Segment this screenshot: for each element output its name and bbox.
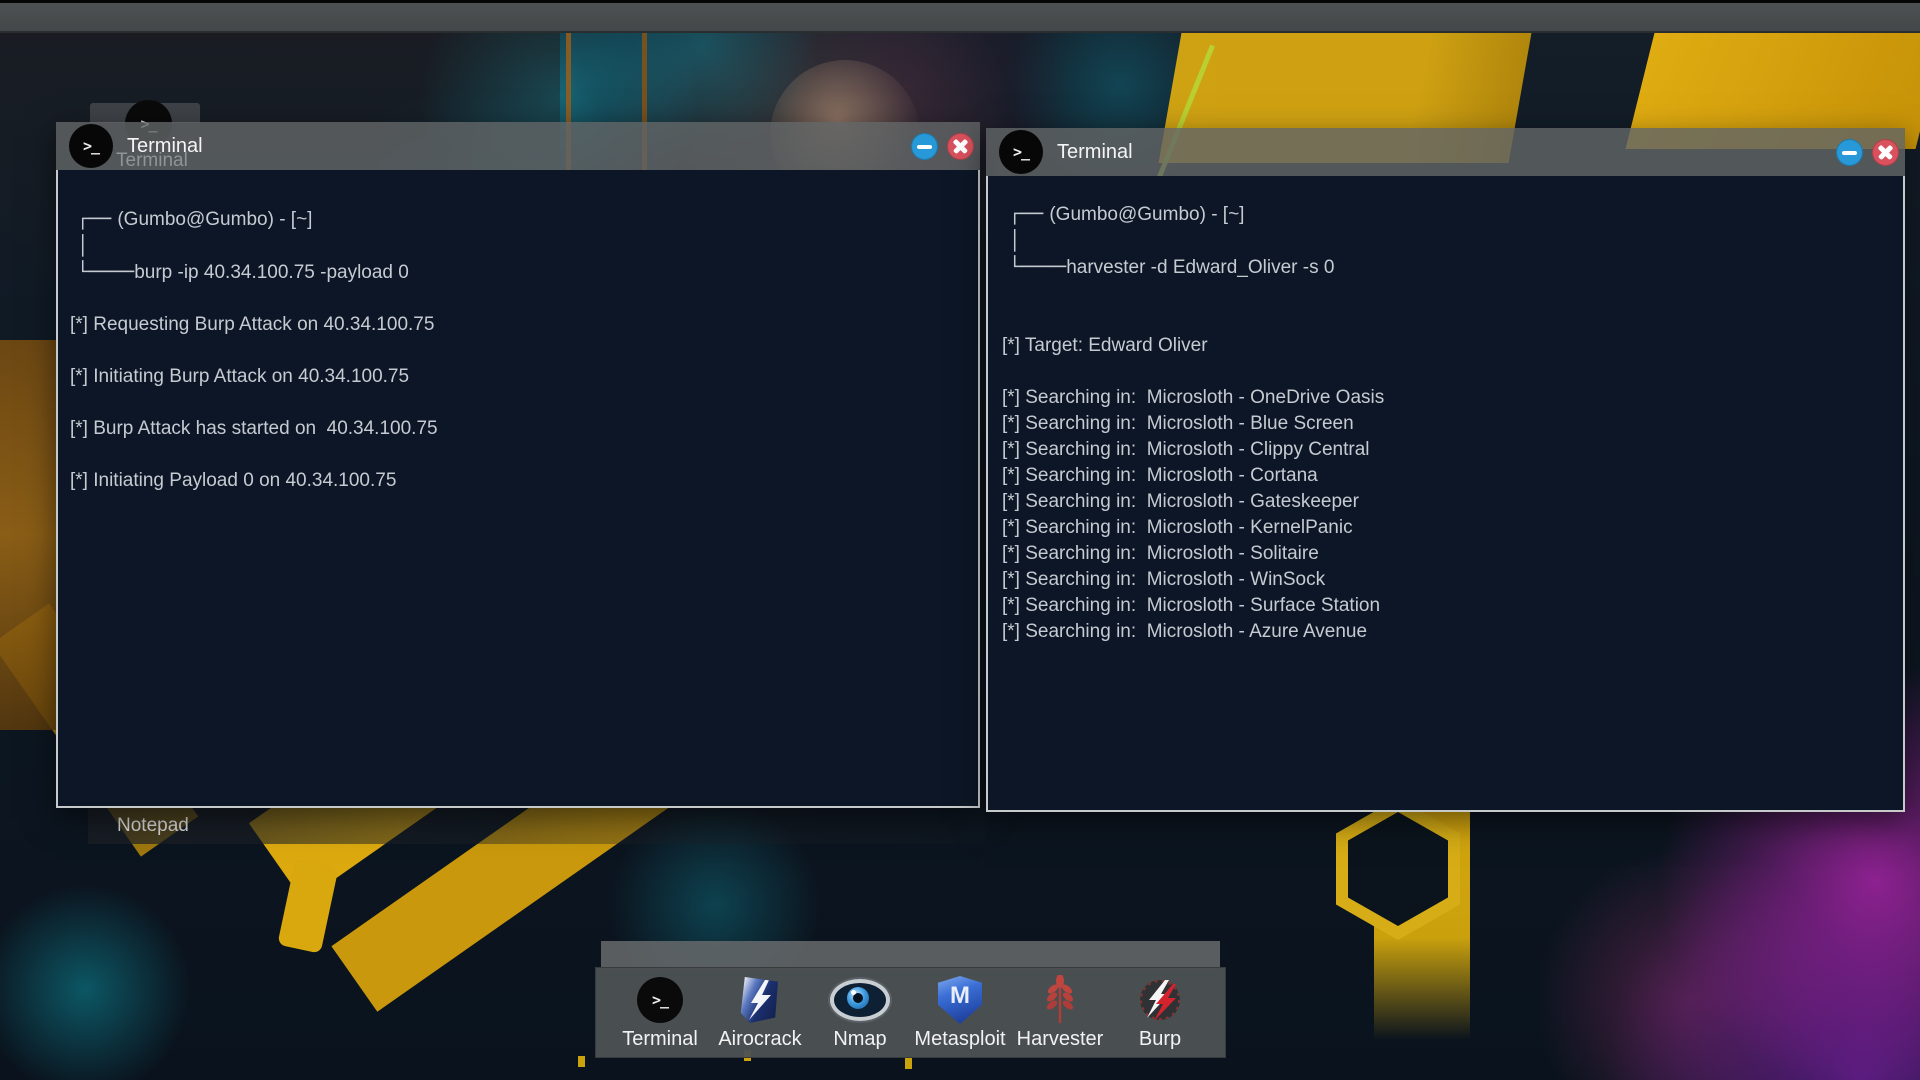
wallpaper-shape [905,1058,912,1069]
terminal-line: [*] Searching in: Microsloth - Blue Scre… [1002,411,1889,437]
close-button[interactable] [947,133,974,160]
window-title: Terminal [1057,141,1133,164]
terminal-output[interactable]: ┌── (Gumbo@Gumbo) - [~] │ └────burp -ip … [56,170,980,808]
minimize-button[interactable] [1836,139,1863,166]
terminal-line: [*] Searching in: Microsloth - OneDrive … [1002,385,1889,411]
terminal-line: ┌── (Gumbo@Gumbo) - [~] [1009,201,1889,228]
dock-item-label: Harvester [1017,1028,1104,1051]
terminal-icon: >_ [637,974,683,1026]
terminal-line: [*] Searching in: Microsloth - Gateskeep… [1002,489,1889,515]
terminal-output[interactable]: ┌── (Gumbo@Gumbo) - [~] │ └────harvester… [986,176,1905,812]
nmap-eye-icon [830,974,890,1026]
search-results: [*] Searching in: Microsloth - OneDrive … [1002,385,1889,645]
window-titlebar[interactable]: >_ Terminal [986,128,1905,176]
dock-item-burp[interactable]: Burp [1110,974,1210,1051]
dock-item-label: Burp [1139,1028,1181,1051]
dock-item-label: Airocrack [718,1028,801,1051]
terminal-icon: >_ [69,124,113,168]
harvester-wheat-icon [1038,974,1082,1026]
close-button[interactable] [1872,139,1899,166]
background-terminal-title: Terminal [116,150,188,172]
terminal-line: [*] Searching in: Microsloth - Cortana [1002,463,1889,489]
burp-bolt-icon [1137,974,1183,1026]
terminal-line: [*] Burp Attack has started on 40.34.100… [70,416,964,442]
dock-item-metasploit[interactable]: M Metasploit [910,974,1010,1051]
wallpaper-shape [578,1056,585,1067]
terminal-prompt-glyph: >_ [83,137,99,155]
metasploit-shield-icon: M [938,974,982,1026]
terminal-icon: >_ [999,130,1043,174]
dock-item-terminal[interactable]: >_ Terminal [610,974,710,1051]
terminal-line: └────burp -ip 40.34.100.75 -payload 0 [77,259,964,286]
terminal-line: [*] Initiating Payload 0 on 40.34.100.75 [70,468,964,494]
window-controls [1836,139,1899,166]
airocrack-shield-icon [740,974,780,1026]
top-bar [0,0,1920,33]
dock-item-airocrack[interactable]: Airocrack [710,974,810,1051]
terminal-line: └────harvester -d Edward_Oliver -s 0 [1009,254,1889,281]
terminal-line: [*] Searching in: Microsloth - Azure Ave… [1002,619,1889,645]
minimize-button[interactable] [911,133,938,160]
dock-item-nmap[interactable]: Nmap [810,974,910,1051]
notepad-window-title: Notepad [117,815,189,837]
desktop: >_ Notepad >_ Terminal Terminal ┌── (Gum… [0,0,1920,1080]
terminal-line: [*] Searching in: Microsloth - Surface S… [1002,593,1889,619]
window-titlebar[interactable]: >_ Terminal Terminal [56,122,980,170]
notepad-window-titlebar[interactable]: Notepad [88,808,985,844]
terminal-line: [*] Searching in: Microsloth - Clippy Ce… [1002,437,1889,463]
shell-prompt: ┌── (Gumbo@Gumbo) - [~] │ └────harvester… [1009,201,1889,281]
terminal-line: [*] Searching in: Microsloth - WinSock [1002,567,1889,593]
dock-item-label: Nmap [833,1028,886,1051]
terminal-window-left: >_ Terminal Terminal ┌── (Gumbo@Gumbo) -… [56,122,980,808]
terminal-line: [*] Initiating Burp Attack on 40.34.100.… [70,364,964,390]
terminal-prompt-glyph: >_ [1013,143,1029,161]
dock: >_ Terminal Airocrack Nmap M Metasploit [595,967,1226,1058]
terminal-line: ┌── (Gumbo@Gumbo) - [~] [77,206,964,233]
terminal-line: [*] Searching in: Microsloth - KernelPan… [1002,515,1889,541]
dock-item-harvester[interactable]: Harvester [1010,974,1110,1051]
terminal-line: │ [77,233,964,259]
dock-item-label: Terminal [622,1028,698,1051]
terminal-line: │ [1009,228,1889,254]
terminal-line: [*] Requesting Burp Attack on 40.34.100.… [70,312,964,338]
terminal-line: [*] Target: Edward Oliver [1002,333,1889,359]
window-controls [911,133,974,160]
dock-item-label: Metasploit [914,1028,1005,1051]
terminal-window-right: >_ Terminal ┌── (Gumbo@Gumbo) - [~] │ └─… [986,128,1905,812]
terminal-line: [*] Searching in: Microsloth - Solitaire [1002,541,1889,567]
shell-prompt: ┌── (Gumbo@Gumbo) - [~] │ └────burp -ip … [77,206,964,286]
